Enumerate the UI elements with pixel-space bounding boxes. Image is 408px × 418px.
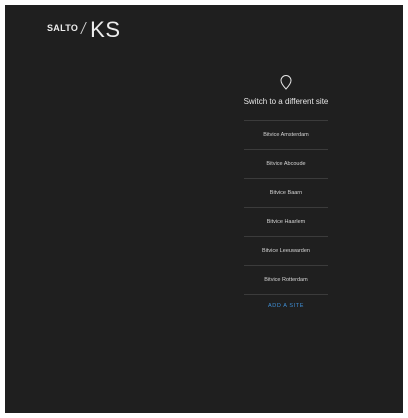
site-list: Bitvice Amsterdam Bitvice Abcoude Bitvic… — [244, 120, 328, 295]
add-site-link[interactable]: ADD A SITE — [268, 303, 304, 309]
site-item-leeuwarden[interactable]: Bitvice Leeuwarden — [244, 236, 328, 265]
site-switcher-panel: Switch to a different site Bitvice Amste… — [237, 75, 335, 309]
salto-ks-logo: SALTO KS — [47, 19, 121, 41]
logo-salto-text: SALTO — [47, 23, 79, 33]
site-item-amsterdam[interactable]: Bitvice Amsterdam — [244, 120, 328, 149]
logo-separator — [80, 22, 87, 34]
site-item-haarlem[interactable]: Bitvice Haarlem — [244, 207, 328, 236]
site-item-abcoude[interactable]: Bitvice Abcoude — [244, 149, 328, 178]
map-pin-icon — [280, 75, 292, 90]
panel-title: Switch to a different site — [243, 97, 329, 106]
site-item-baarn[interactable]: Bitvice Baarn — [244, 178, 328, 207]
app-frame: SALTO KS Switch to a different site Bitv… — [5, 5, 403, 413]
site-item-rotterdam[interactable]: Bitvice Rotterdam — [244, 265, 328, 295]
logo-ks-text: KS — [90, 17, 121, 42]
